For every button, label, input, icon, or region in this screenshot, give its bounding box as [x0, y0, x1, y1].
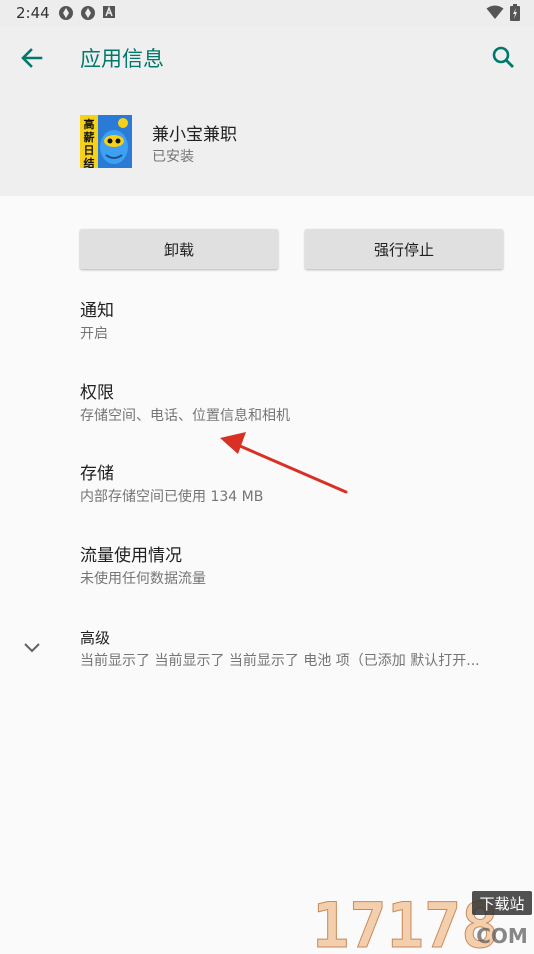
pref-title: 通知 [80, 301, 114, 321]
site-watermark-logo: 17178 下载站 COM [312, 885, 534, 954]
app-info-header: 应用信息 高 薪 日 结 兼小宝兼职 已安装 [0, 26, 534, 196]
pref-title: 流量使用情况 [80, 546, 182, 566]
app-icon-char: 日 [84, 144, 95, 157]
app-install-status: 已安装 [152, 149, 194, 165]
pref-data-usage[interactable]: 流量使用情况 未使用任何数据流量 [80, 545, 520, 589]
pref-summary: 存储空间、电话、位置信息和相机 [80, 408, 290, 424]
pref-summary: 内部存储空间已使用 134 MB [80, 489, 264, 505]
chevron-down-icon [24, 643, 40, 653]
app-icon-char: 高 [84, 117, 95, 131]
status-time: 2:44 [16, 4, 50, 22]
app-icon-char: 结 [83, 156, 95, 168]
search-button[interactable] [490, 44, 518, 72]
watermark-domain: COM [476, 924, 528, 948]
aperture-icon [81, 6, 95, 20]
uninstall-button[interactable]: 卸载 [80, 229, 278, 269]
status-system-icons [486, 4, 520, 21]
pref-summary: 开启 [80, 326, 108, 342]
pref-permissions[interactable]: 权限 存储空间、电话、位置信息和相机 [80, 382, 520, 426]
status-notification-icons [58, 5, 116, 21]
page-title: 应用信息 [80, 47, 164, 71]
pref-notifications[interactable]: 通知 开启 [80, 300, 520, 344]
pref-advanced[interactable]: 高级 当前显示了 当前显示了 当前显示了 电池 项（已添加 默认打开... [80, 627, 515, 671]
pref-title: 存储 [80, 464, 114, 484]
aperture-icon [59, 6, 73, 20]
watermark-number: 17178 [312, 889, 499, 950]
pref-summary: 未使用任何数据流量 [80, 571, 206, 587]
advanced-expand-toggle[interactable] [18, 636, 46, 658]
pref-storage[interactable]: 存储 内部存储空间已使用 134 MB [80, 463, 520, 507]
back-button[interactable] [18, 44, 46, 72]
wifi-icon [486, 5, 504, 19]
pref-title: 高级 [80, 629, 111, 647]
pref-summary: 当前显示了 当前显示了 当前显示了 电池 项（已添加 默认打开... [80, 653, 480, 669]
app-name: 兼小宝兼职 [152, 125, 237, 145]
search-icon [492, 46, 514, 68]
battery-icon [510, 4, 520, 21]
force-stop-button[interactable]: 强行停止 [305, 229, 503, 269]
a-badge-icon [103, 5, 115, 18]
status-bar: 2:44 [0, 0, 534, 26]
pref-title: 权限 [80, 383, 114, 403]
app-icon-char: 薪 [84, 130, 95, 144]
watermark-tag: 下载站 [479, 895, 524, 913]
app-icon: 高 薪 日 结 [80, 115, 132, 170]
arrow-left-icon [21, 48, 43, 68]
